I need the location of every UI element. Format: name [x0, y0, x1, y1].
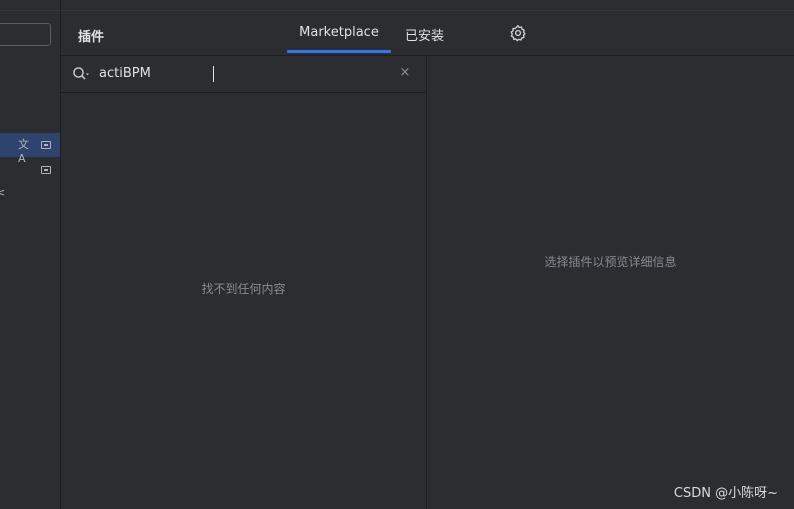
tab-installed-label: 已安装 — [405, 29, 445, 44]
search-input[interactable] — [99, 63, 389, 85]
search-icon[interactable] — [72, 66, 90, 82]
active-tab-indicator — [287, 50, 391, 53]
search-bar[interactable]: × — [61, 56, 426, 92]
empty-results-message: 找不到任何内容 — [201, 282, 286, 296]
left-sidebar — [0, 0, 60, 509]
close-icon[interactable]: × — [398, 66, 412, 80]
gear-icon[interactable] — [509, 24, 527, 42]
plugins-header: 插件 Marketplace 已安装 — [61, 11, 794, 55]
watermark: CSDN @小陈呀~ — [673, 486, 778, 501]
results-panel: 找不到任何内容 — [61, 93, 426, 509]
tab-marketplace-label: Marketplace — [299, 25, 379, 40]
text-caret — [213, 66, 214, 82]
tab-marketplace[interactable]: Marketplace — [287, 11, 391, 55]
plugin-details-panel: 选择插件以预览详细信息 — [427, 56, 794, 509]
gear-icon-svg — [510, 25, 526, 42]
translate-icon: 文A — [18, 138, 29, 165]
plugin-icon — [41, 141, 51, 149]
sidebar-fragment-text: < — [0, 186, 6, 199]
details-placeholder: 选择插件以预览详细信息 — [544, 255, 677, 269]
search-icon-svg — [73, 67, 89, 80]
plugin-icon — [41, 166, 51, 174]
page-title: 插件 — [78, 30, 105, 45]
tab-installed[interactable]: 已安装 — [401, 11, 451, 55]
sidebar-search-box[interactable] — [0, 23, 51, 46]
